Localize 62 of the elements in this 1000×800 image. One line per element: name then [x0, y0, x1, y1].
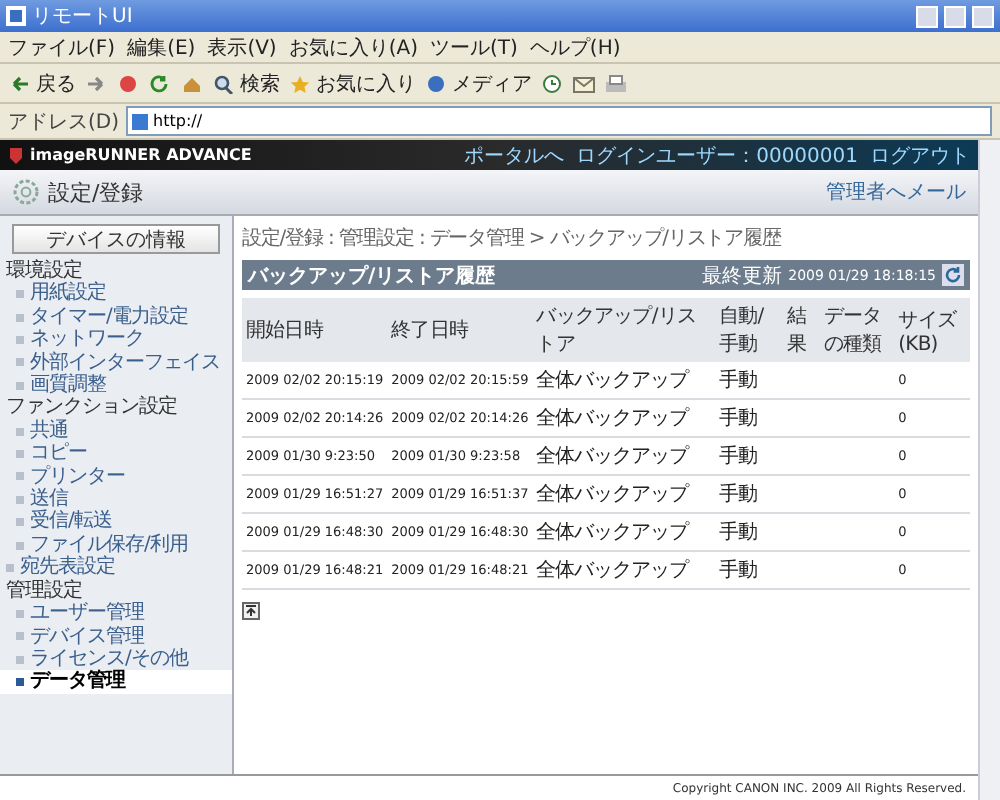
- breadcrumb: 設定/登録 : 管理設定 : データ管理 > バックアップ/リストア履歴: [242, 225, 784, 252]
- column-header: 自動/手動: [715, 298, 784, 362]
- menu-item[interactable]: 表示(V): [207, 33, 277, 61]
- nav-item[interactable]: ファイル保存/利用: [0, 533, 232, 557]
- product-name: imageRUNNER ADVANCE: [30, 146, 252, 164]
- table-cell: 手動: [715, 362, 784, 399]
- table-cell: 手動: [715, 437, 784, 475]
- nav-item[interactable]: コピー: [0, 442, 232, 466]
- device-info-button[interactable]: デバイスの情報: [12, 224, 220, 254]
- table-cell: 手動: [715, 551, 784, 589]
- mail-link[interactable]: 管理者へメール: [826, 178, 966, 206]
- table-cell: 全体バックアップ: [532, 399, 716, 437]
- address-label: アドレス(D): [8, 109, 120, 135]
- column-header: 開始日時: [242, 298, 388, 362]
- updated-label: 最終更新: [702, 263, 783, 289]
- table-cell: 全体バックアップ: [532, 475, 716, 513]
- table-cell: 手動: [715, 399, 784, 437]
- nav-heading: 環境設定: [4, 260, 82, 282]
- nav-item[interactable]: タイマー/電力設定: [0, 305, 232, 329]
- nav-heading: 管理設定: [4, 579, 84, 602]
- toolbar-button[interactable]: 戻る: [8, 69, 76, 97]
- nav-item[interactable]: 宛先表設定: [0, 556, 232, 580]
- nav-item[interactable]: デバイス管理: [0, 625, 232, 648]
- panel-title: バックアップ/リストア履歴: [248, 262, 498, 289]
- nav-item[interactable]: プリンター: [0, 465, 232, 489]
- window-title: リモートUI: [32, 4, 135, 30]
- nav-item[interactable]: 外部インターフェイス: [0, 351, 232, 375]
- nav-item[interactable]: 用紙設定: [0, 282, 232, 306]
- table-cell: 手動: [715, 475, 784, 513]
- nav-item[interactable]: データ管理: [0, 670, 232, 694]
- nav-item[interactable]: 共通: [0, 419, 232, 443]
- address-value: http://: [153, 112, 203, 130]
- table-cell: 全体バックアップ: [532, 551, 716, 589]
- toolbar-button[interactable]: 検索: [212, 69, 280, 97]
- column-header: バックアップ/リストア: [532, 298, 716, 362]
- column-header: サイズ(KB): [894, 298, 970, 362]
- nav-item[interactable]: 画質調整: [0, 374, 232, 397]
- nav-item[interactable]: ライセンス/その他: [0, 647, 232, 671]
- toolbar-button[interactable]: メディア: [424, 69, 532, 97]
- table-cell: 手動: [715, 513, 784, 551]
- menu-item[interactable]: ツール(T): [430, 33, 518, 61]
- table-cell: 全体バックアップ: [532, 513, 716, 551]
- column-header: データの種類: [819, 298, 895, 362]
- toolbar-button[interactable]: お気に入り: [288, 69, 416, 97]
- header-link[interactable]: ログインユーザー：00000001: [576, 141, 858, 169]
- menu-item[interactable]: ヘルプ(H): [529, 33, 621, 61]
- menu-item[interactable]: ファイル(F): [8, 33, 116, 61]
- column-header: 終了日時: [387, 298, 533, 362]
- nav-item[interactable]: ユーザー管理: [0, 602, 232, 625]
- table-cell: 全体バックアップ: [532, 362, 716, 399]
- nav-heading: ファンクション設定: [4, 396, 179, 419]
- table-cell: 全体バックアップ: [532, 437, 716, 475]
- menu-item[interactable]: お気に入り(A): [288, 33, 418, 61]
- address-field[interactable]: http://: [125, 106, 992, 136]
- column-header: 結果: [783, 298, 820, 362]
- section-title: 設定/登録: [48, 177, 146, 207]
- menu-item[interactable]: 編集(E): [127, 33, 196, 61]
- nav-item[interactable]: ネットワーク: [0, 328, 232, 352]
- header-link[interactable]: ポータルへ: [464, 141, 565, 169]
- header-link[interactable]: ログアウト: [870, 141, 970, 169]
- nav-item[interactable]: 受信/転送: [0, 510, 232, 534]
- nav-item[interactable]: 送信: [0, 488, 232, 511]
